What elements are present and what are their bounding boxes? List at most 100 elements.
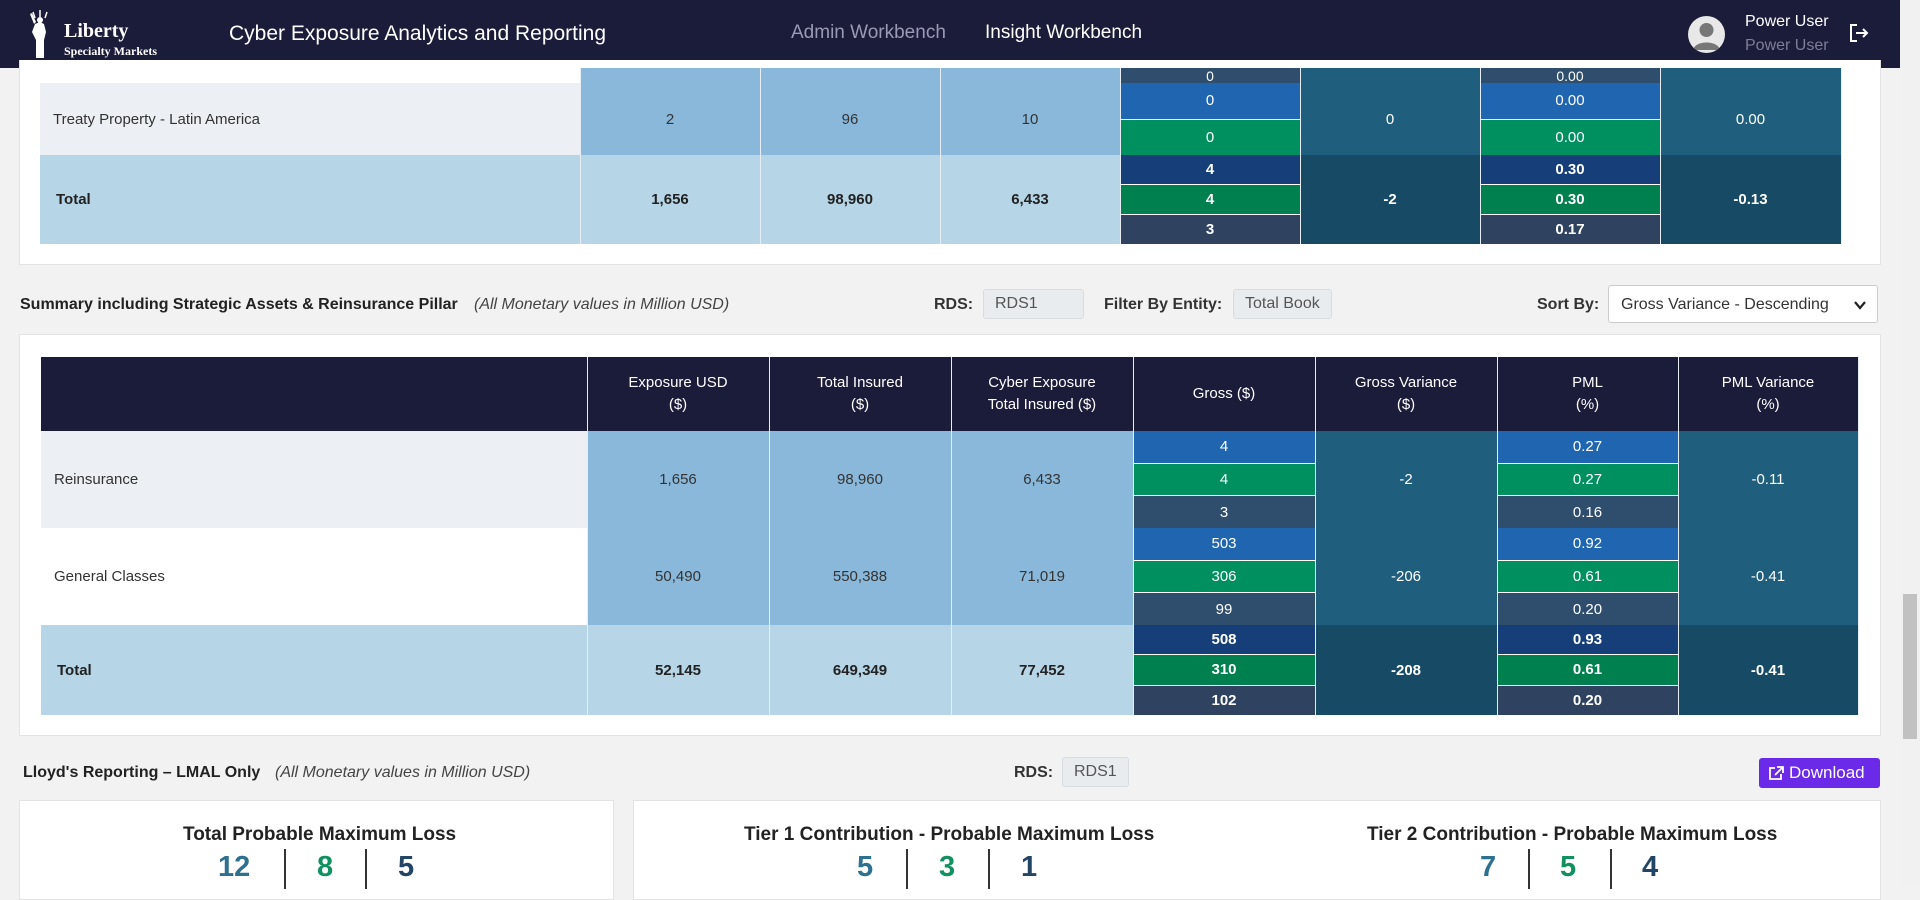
kpi-divider (1528, 849, 1530, 889)
column-header-gross[interactable]: Gross ($) (1133, 357, 1316, 431)
gross-variance-cell: -208 (1315, 625, 1498, 715)
row-label: General Classes (41, 528, 588, 625)
total-row: Total 52,145 649,349 77,452 508 310 102 -2… (41, 625, 1859, 715)
pml-cell: 0.61 (1497, 655, 1678, 686)
app-title: Cyber Exposure Analytics and Reporting (229, 22, 607, 45)
kpi-value-green: 3 (939, 851, 956, 883)
total-pml-card: Total Probable Maximum Loss 12 8 5 (19, 800, 614, 900)
cyber-total-insured-cell: 6,433 (940, 155, 1121, 244)
pml-cell: 0.17 (1480, 215, 1660, 244)
page-scrollbar-thumb[interactable] (1903, 594, 1917, 739)
kpi-value-green: 8 (317, 851, 334, 883)
sort-by-value: Gross Variance - Descending (1621, 296, 1829, 313)
table-row-general-classes: General Classes 50,490 550,388 71,019 50… (41, 528, 1859, 626)
summary-section-title: Summary including Strategic Assets & Rei… (20, 296, 458, 313)
column-header-cyber-exposure[interactable]: Cyber Exposure Total Insured ($) (951, 357, 1134, 431)
total-row: Total 1,656 98,960 6,433 443 -2 0.30 0.30… (40, 155, 1842, 244)
gross-cell: 310 (1133, 655, 1315, 686)
column-header-total-insured[interactable]: Total Insured ($) (769, 357, 952, 431)
gross-variance-cell: -206 (1315, 528, 1498, 625)
pml-variance-cell: -0.13 (1660, 155, 1842, 244)
summary-card: Exposure USD ($) Total Insured ($) Cyber E… (19, 334, 1881, 736)
total-label: Total (40, 155, 581, 244)
statue-of-liberty-icon (30, 10, 48, 58)
table-row-partial: 0 0.00 (40, 68, 1842, 83)
column-header-pml-variance[interactable]: PML Variance (%) (1678, 357, 1859, 431)
total-insured-cell: 98,960 (769, 431, 952, 528)
exposure-cell: 1,656 (580, 155, 761, 244)
kpi-value-dark: 1 (1021, 851, 1038, 883)
gross-cell: 102 (1133, 685, 1315, 715)
kpi-divider (365, 849, 367, 889)
filter-by-entity-field[interactable]: Total Book (1233, 289, 1332, 319)
logo-text-liberty: Liberty (64, 20, 129, 42)
table-header-row: Exposure USD ($) Total Insured ($) Cyber E… (41, 357, 1859, 431)
pml-cell: 0.92 (1497, 528, 1678, 561)
pml-variance-cell: 0.00 (1660, 83, 1842, 155)
entity-breakdown-card: 0 0.00 Treaty Property - Latin America 2… (19, 60, 1881, 299)
gross-cell: 4 (1120, 185, 1300, 215)
exposure-cell: 2 (580, 83, 761, 155)
download-label: Download (1789, 763, 1865, 782)
tier-contribution-card: Tier 1 Contribution - Probable Maximum L… (633, 800, 1881, 900)
pml-cell: 0.20 (1497, 593, 1678, 626)
page-scrollbar[interactable] (1900, 0, 1920, 887)
kpi-title: Tier 2 Contribution - Probable Maximum L… (1367, 824, 1778, 845)
kpi-title: Tier 1 Contribution - Probable Maximum L… (744, 824, 1155, 845)
pml-variance-cell: -0.41 (1678, 528, 1859, 625)
cyber-total-insured-cell: 77,452 (951, 625, 1134, 715)
pml-cell: 0.30 (1480, 185, 1660, 215)
kpi-value-dark: 5 (398, 851, 415, 883)
column-header-exposure[interactable]: Exposure USD ($) (587, 357, 770, 431)
liberty-logo[interactable]: Liberty Specialty Markets (20, 8, 180, 62)
pml-cell: 0.27 (1497, 431, 1678, 464)
summary-rds-field[interactable]: RDS1 (983, 289, 1084, 319)
pml-variance-cell: -0.41 (1678, 625, 1859, 715)
exposure-cell: 50,490 (587, 528, 770, 625)
kpi-value-blue: 7 (1480, 851, 1497, 883)
pml-variance-cell: -0.11 (1678, 431, 1859, 528)
kpi-value-green: 5 (1560, 851, 1577, 883)
lloyds-rds-field[interactable]: RDS1 (1062, 757, 1129, 787)
kpi-value-blue: 5 (857, 851, 874, 883)
gross-variance-cell: -2 (1300, 155, 1481, 244)
column-header-pml[interactable]: PML (%) (1497, 357, 1679, 431)
table-row: Treaty Property - Latin America 2 96 10 … (40, 83, 1842, 155)
gross-cell: 0 (1120, 68, 1301, 83)
download-button[interactable]: Download (1759, 758, 1880, 788)
kpi-value-blue: 12 (218, 851, 251, 883)
cyber-total-insured-cell: 71,019 (951, 528, 1134, 625)
kpi-divider (1610, 849, 1612, 889)
user-avatar-icon[interactable] (1688, 16, 1725, 53)
row-label: Reinsurance (41, 431, 588, 528)
lloyds-section-title: Lloyd's Reporting – LMAL Only (23, 764, 261, 781)
sort-by-select[interactable]: Gross Variance - Descending (1608, 285, 1878, 323)
tab-admin-workbench[interactable]: Admin Workbench (791, 22, 946, 44)
user-name: Power User (1745, 13, 1829, 30)
kpi-divider (988, 849, 990, 889)
sort-by-label: Sort By: (1537, 296, 1600, 313)
pml-cell: 0.61 (1497, 560, 1678, 594)
summary-rds-label: RDS: (934, 296, 974, 313)
gross-variance-cell: -2 (1315, 431, 1498, 528)
tab-insight-workbench[interactable]: Insight Workbench (985, 22, 1142, 44)
exposure-cell: 52,145 (587, 625, 770, 715)
pml-cell: 0.16 (1497, 496, 1678, 529)
gross-cell: 306 (1133, 560, 1315, 594)
column-header-gross-variance[interactable]: Gross Variance ($) (1315, 357, 1498, 431)
gross-cell: 0 (1120, 83, 1300, 120)
summary-section-note: (All Monetary values in Million USD) (474, 296, 730, 313)
total-insured-cell: 98,960 (760, 155, 941, 244)
pml-cell: 0.20 (1497, 685, 1678, 715)
logout-icon[interactable] (1848, 22, 1870, 49)
kpi-divider (284, 849, 286, 889)
kpi-title: Total Probable Maximum Loss (183, 824, 457, 845)
gross-cell: 3 (1120, 215, 1300, 244)
gross-cell: 4 (1120, 155, 1300, 185)
row-label: Treaty Property - Latin America (40, 83, 581, 155)
gross-cell: 503 (1133, 528, 1315, 561)
gross-cell: 3 (1133, 496, 1315, 529)
total-insured-cell: 96 (760, 83, 941, 155)
kpi-divider (906, 849, 908, 889)
gross-cell: 0 (1120, 119, 1300, 155)
